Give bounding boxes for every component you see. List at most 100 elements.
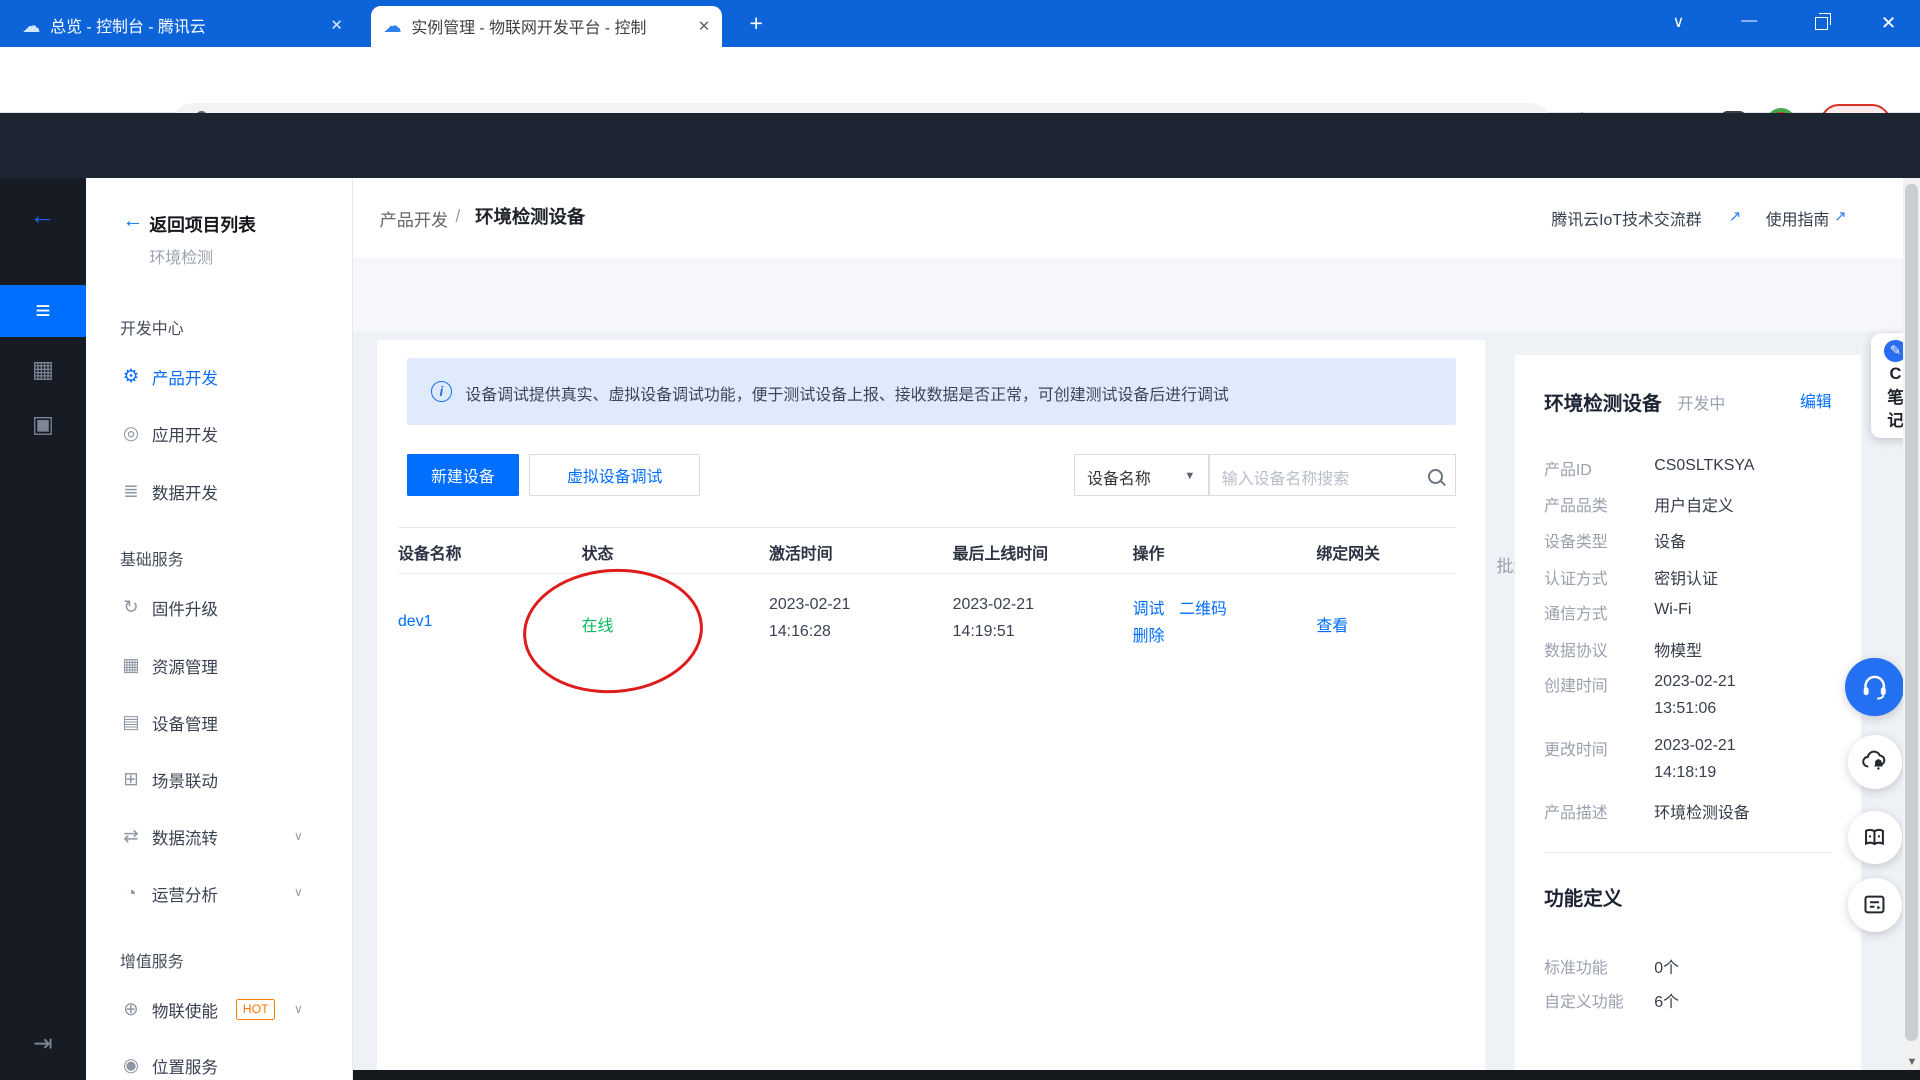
filter-selected-value: 设备名称 [1087,466,1151,489]
edit-link[interactable]: 编辑 [1800,389,1832,412]
device-type-value: 设备 [1654,529,1686,552]
field-label: 产品品类 [1544,493,1608,516]
tab-search-icon[interactable]: ∨ [1673,12,1685,32]
browser-tab-overview[interactable]: ☁ 总览 - 控制台 - 腾讯云 ✕ [10,7,355,44]
sidebar-item-product-dev[interactable]: 产品开发 [152,365,218,389]
data-flow-icon: ⇄ [120,825,142,847]
field-label: 数据协议 [1544,638,1608,661]
list-menu-icon: ≡ [35,297,50,326]
scrollbar-down-arrow[interactable]: ▼ [1907,1056,1918,1068]
auth-method-value: 密钥认证 [1654,566,1718,589]
sidebar-item-device-mgmt[interactable]: 设备管理 [152,711,218,735]
field-label: 产品ID [1544,457,1592,480]
chevron-down-icon: ∨ [294,1002,303,1016]
note-letter: C [1890,362,1902,385]
survey-list-icon [1861,891,1888,918]
collapse-sidebar-icon[interactable]: ⇥ [0,1030,86,1057]
product-category-value: 用户自定义 [1654,493,1734,516]
col-last-online-time: 最后上线时间 [953,541,1048,564]
browser-address-bar: ← → ⟳ console.cloud.tencent.com/iotexplo… [0,47,1920,113]
product-title: 环境检测设备 [1544,387,1661,416]
external-link-icon: ↗ [1729,208,1741,225]
modified-date-value: 2023-02-21 [1654,737,1735,755]
sidebar-item-resource-mgmt[interactable]: 资源管理 [152,654,218,678]
breadcrumb-parent[interactable]: 产品开发 [380,206,449,231]
documentation-button[interactable] [1848,811,1902,865]
sidebar-item-location-service[interactable]: 位置服务 [152,1054,218,1078]
banner-text: 设备调试提供真实、虚拟设备调试功能，便于测试设备上报、接收数据是否正常，可创建测… [465,382,1229,405]
hot-badge: HOT [236,999,275,1019]
field-label: 更改时间 [1544,737,1608,760]
analytics-icon: ◔ [120,882,142,904]
sidebar-item-operation-analysis[interactable]: 运营分析 [152,882,218,906]
col-operations: 操作 [1133,541,1165,564]
customer-service-button[interactable] [1845,658,1904,717]
user-guide-link[interactable]: 使用指南 [1766,207,1830,230]
new-device-button[interactable]: 新建设备 [407,454,520,496]
modified-time-value: 14:18:19 [1654,764,1716,782]
breadcrumb-separator: / [456,206,461,227]
rail-menu-item-active[interactable]: ≡ [0,285,86,336]
sidebar-item-iot-enable[interactable]: 物联使能 [152,998,218,1022]
collapse-back-arrow-icon[interactable]: ← [29,202,55,231]
location-pin-icon: ◉ [120,1054,142,1076]
target-icon: ◎ [120,422,142,444]
back-to-project-list[interactable]: 返回项目列表 [149,211,256,237]
op-qrcode-link[interactable]: 二维码 [1179,596,1227,619]
search-placeholder: 输入设备名称搜索 [1222,466,1349,489]
field-label: 标准功能 [1544,955,1608,978]
icon-rail: ← ≡ ▦ ▣ ⇥ [0,178,86,1080]
tab-close-icon[interactable]: ✕ [698,18,710,35]
page-scrollbar-thumb[interactable] [1905,184,1917,1041]
field-label: 自定义功能 [1544,989,1624,1012]
survey-feedback-button[interactable] [1848,878,1902,932]
sidebar-item-scene-linkage[interactable]: 场景联动 [152,768,218,792]
device-doc-icon: ▤ [120,711,142,733]
virtual-device-debug-button[interactable]: 虚拟设备调试 [529,454,700,496]
notification-button[interactable] [1848,735,1902,789]
chevron-down-icon: ∨ [294,829,303,843]
field-label: 设备类型 [1544,529,1608,552]
sidebar-item-firmware-upgrade[interactable]: 固件升级 [152,596,218,620]
project-sidebar: ← 返回项目列表 环境检测 开发中心 ⚙ 产品开发 ◎ 应用开发 ≣ 数据开发 … [86,178,353,1080]
iot-enable-icon: ⊕ [120,998,142,1020]
op-delete-link[interactable]: 删除 [1133,623,1165,646]
close-window-button[interactable]: ✕ [1881,12,1896,34]
cloud-bell-icon [1861,748,1888,775]
device-search-input[interactable]: 输入设备名称搜索 [1209,454,1456,496]
product-id-value: CS0SLTKSYA [1654,457,1754,475]
tab-close-icon[interactable]: ✕ [331,17,343,34]
field-label: 创建时间 [1544,673,1608,696]
headset-icon [1860,672,1889,701]
resource-grid-icon: ▦ [120,654,142,676]
op-debug-link[interactable]: 调试 [1133,596,1165,619]
sidebar-item-data-flow[interactable]: 数据流转 [152,825,218,849]
iot-community-link[interactable]: 腾讯云IoT技术交流群 [1551,207,1701,230]
search-icon[interactable] [1428,469,1443,484]
new-tab-button[interactable]: + [749,10,763,37]
comm-method-value: Wi-Fi [1654,601,1691,619]
browser-tab-iot-active[interactable]: ☁ 实例管理 - 物联网开发平台 - 控制 ✕ [371,6,722,46]
grid-apps-icon[interactable]: ▦ [0,356,86,383]
table-header-row [398,528,1456,574]
restore-window-button[interactable] [1815,17,1828,30]
activated-time: 14:16:28 [769,623,831,641]
device-name-link[interactable]: dev1 [398,613,433,631]
product-desc-value: 环境检测设备 [1654,800,1749,823]
minimize-button[interactable]: — [1741,12,1757,30]
gateway-view-link[interactable]: 查看 [1316,613,1348,636]
sidebar-item-app-dev[interactable]: 应用开发 [152,422,218,446]
sidebar-item-data-dev[interactable]: 数据开发 [152,480,218,504]
screen: ☁ 总览 - 控制台 - 腾讯云 ✕ ☁ 实例管理 - 物联网开发平台 - 控制… [0,0,1920,1080]
scene-link-icon: ⊞ [120,768,142,790]
filter-field-dropdown[interactable]: 设备名称 ▼ [1074,454,1209,496]
chevron-down-icon: ∨ [294,885,303,899]
layout-panel-icon[interactable]: ▣ [0,411,86,438]
dropdown-arrow-icon: ▼ [1184,470,1195,482]
data-protocol-value: 物模型 [1654,638,1702,661]
tab-title: 总览 - 控制台 - 腾讯云 [50,14,321,37]
back-arrow-icon[interactable]: ← [122,209,143,233]
page-title: 环境检测设备 [475,203,585,229]
field-label: 认证方式 [1544,566,1608,589]
created-time-value: 13:51:06 [1654,700,1716,718]
